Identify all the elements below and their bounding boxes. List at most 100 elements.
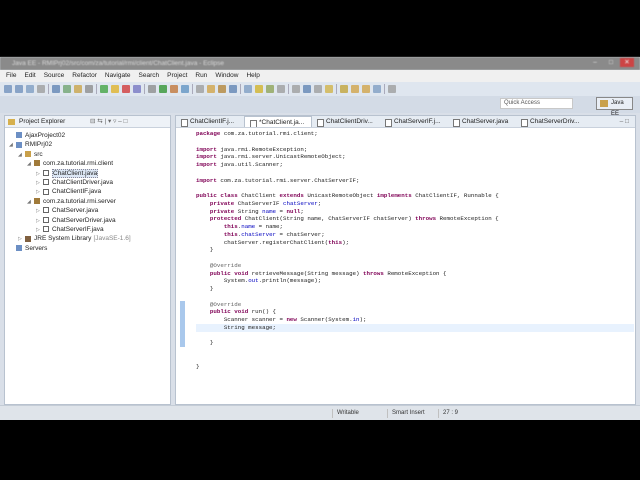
editor-tabs: ChatClientIF.j... *ChatClient.ja... ChatCl… xyxy=(176,116,635,128)
code-token: name xyxy=(241,223,256,230)
perspective-java-ee-button[interactable]: Java EE xyxy=(596,97,633,117)
code-token: ChatClient xyxy=(237,192,280,199)
toolbar-button-icon[interactable] xyxy=(229,85,237,93)
toolbar-button-icon[interactable] xyxy=(303,85,311,93)
menu-file[interactable]: File xyxy=(6,70,16,82)
toolbar-button-icon[interactable] xyxy=(244,85,252,93)
tree-item[interactable]: ▷ ChatServer.java xyxy=(5,206,170,215)
toolbar-button-icon[interactable] xyxy=(266,85,274,93)
toolbar-button-icon[interactable] xyxy=(4,85,12,93)
code-token: chatServer xyxy=(282,199,318,207)
toolbar-separator xyxy=(384,84,385,94)
code-line: public void retrieveMessage(String messa… xyxy=(196,270,499,278)
quick-access-input[interactable]: Quick Access xyxy=(500,98,573,109)
menu-bar: File Edit Source Refactor Navigate Searc… xyxy=(0,70,640,82)
toolbar-button-icon[interactable] xyxy=(388,85,396,93)
editor-tab[interactable]: *ChatClient.ja... xyxy=(244,116,312,127)
tree-item[interactable]: AjaxProject02 xyxy=(5,131,170,140)
minimize-button[interactable]: – xyxy=(588,58,602,67)
toolbar-button-icon[interactable] xyxy=(351,85,359,93)
toolbar-button-icon[interactable] xyxy=(122,85,130,93)
toolbar-button-icon[interactable] xyxy=(26,85,34,93)
menu-edit[interactable]: Edit xyxy=(24,70,35,82)
toolbar-button-icon[interactable] xyxy=(111,85,119,93)
window-title: Java EE - RMIPrj02/src/com/za/tutorial/r… xyxy=(12,60,225,67)
code-token: import xyxy=(196,176,217,184)
maximize-button[interactable]: □ xyxy=(604,58,618,67)
tree-item[interactable]: ◢ com.za.tutorial.rmi.client xyxy=(5,159,170,168)
toolbar-button-icon[interactable] xyxy=(63,85,71,93)
menu-run[interactable]: Run xyxy=(195,70,207,82)
java-file-icon xyxy=(43,226,49,233)
menu-source[interactable]: Source xyxy=(44,70,65,82)
tree-item-label: Servers xyxy=(25,244,48,252)
editor-tab[interactable]: ChatServer.java xyxy=(448,116,516,127)
code-token: public void xyxy=(196,308,249,316)
toolbar-button-icon[interactable] xyxy=(100,85,108,93)
tree-item[interactable]: ▷ ChatClientDriver.java xyxy=(5,178,170,187)
title-bar: Java EE - RMIPrj02/src/com/za/tutorial/r… xyxy=(0,57,640,70)
tree-item[interactable]: ▷ ChatServerDriver.java xyxy=(5,216,170,225)
toolbar-button-icon[interactable] xyxy=(207,85,215,93)
editor-tab[interactable]: ChatServerIF.j... xyxy=(380,116,448,127)
code-token: chatServer xyxy=(241,230,277,238)
toolbar-button-icon[interactable] xyxy=(314,85,322,93)
menu-help[interactable]: Help xyxy=(246,70,259,82)
toolbar-button-icon[interactable] xyxy=(255,85,263,93)
toolbar-button-icon[interactable] xyxy=(15,85,23,93)
toolbar-button-icon[interactable] xyxy=(373,85,381,93)
toolbar-button-icon[interactable] xyxy=(277,85,285,93)
toolbar-button-icon[interactable] xyxy=(181,85,189,93)
tree-item[interactable]: ▷ ChatClient.java xyxy=(5,168,170,178)
code-token: ChatClientIF, Runnable { xyxy=(411,192,499,199)
toolbar-button-icon[interactable] xyxy=(85,85,93,93)
toolbar-button-icon[interactable] xyxy=(196,85,204,93)
toolbar-button-icon[interactable] xyxy=(52,85,60,93)
explorer-toolbar-icons[interactable]: ⊟ ⇆ | ▾ ▿ – □ xyxy=(90,116,127,128)
toolbar-button-icon[interactable] xyxy=(37,85,45,93)
code-token: java.util.Scanner; xyxy=(216,161,283,168)
toolbar-button-icon[interactable] xyxy=(148,85,156,93)
toolbar-button-icon[interactable] xyxy=(340,85,348,93)
toolbar-button-icon[interactable] xyxy=(362,85,370,93)
tree-item[interactable]: Servers xyxy=(5,244,170,253)
tree-item[interactable]: ◢ com.za.tutorial.rmi.server xyxy=(5,197,170,206)
close-button[interactable]: ✕ xyxy=(620,58,634,67)
code-token: @Override xyxy=(196,261,242,269)
editor-tab[interactable]: ChatServerDriv... xyxy=(516,116,584,127)
code-line: System.out.println(message); xyxy=(196,277,499,285)
toolbar-button-icon[interactable] xyxy=(292,85,300,93)
editor-minmax-buttons[interactable]: – □ xyxy=(620,116,635,127)
toolbar-button-icon[interactable] xyxy=(159,85,167,93)
code-token: RemoteException { xyxy=(383,269,447,277)
toolbar-separator xyxy=(288,84,289,94)
editor-tab[interactable]: ChatClientDriv... xyxy=(312,116,380,127)
menu-project[interactable]: Project xyxy=(167,70,187,82)
tree-item[interactable]: ◢ RMIPrj02 xyxy=(5,140,170,149)
code-line: package com.za.tutorial.rmi.client; xyxy=(196,130,499,138)
tree-item[interactable]: ◢ src xyxy=(5,150,170,159)
code-token: this xyxy=(196,223,238,230)
tree-item[interactable]: ▷ ChatClientIF.java xyxy=(5,187,170,196)
editor-tab[interactable]: ChatClientIF.j... xyxy=(176,116,244,127)
menu-refactor[interactable]: Refactor xyxy=(72,70,97,82)
code-area[interactable]: package com.za.tutorial.rmi.client; impor… xyxy=(196,130,499,370)
tree-item[interactable]: ▷ JRE System Library [JavaSE-1.6] xyxy=(5,234,170,243)
menu-window[interactable]: Window xyxy=(215,70,238,82)
toolbar-button-icon[interactable] xyxy=(170,85,178,93)
code-line: } xyxy=(196,246,499,254)
menu-search[interactable]: Search xyxy=(139,70,160,82)
menu-navigate[interactable]: Navigate xyxy=(105,70,131,82)
toolbar-button-icon[interactable] xyxy=(218,85,226,93)
code-line: private ChatServerIF chatServer; xyxy=(196,200,499,208)
status-insert-mode: Smart Insert xyxy=(387,409,437,418)
tree-item-label: com.za.tutorial.rmi.client xyxy=(43,160,114,168)
tree-item[interactable]: ▷ ChatServerIF.java xyxy=(5,225,170,234)
tab-project-explorer[interactable]: Project Explorer ⊟ ⇆ | ▾ ▿ – □ xyxy=(5,116,170,128)
code-line: this.chatServer = chatServer; xyxy=(196,231,499,239)
code-token: public void xyxy=(196,269,249,277)
toolbar-button-icon[interactable] xyxy=(133,85,141,93)
toolbar-button-icon[interactable] xyxy=(325,85,333,93)
toolbar-button-icon[interactable] xyxy=(74,85,82,93)
